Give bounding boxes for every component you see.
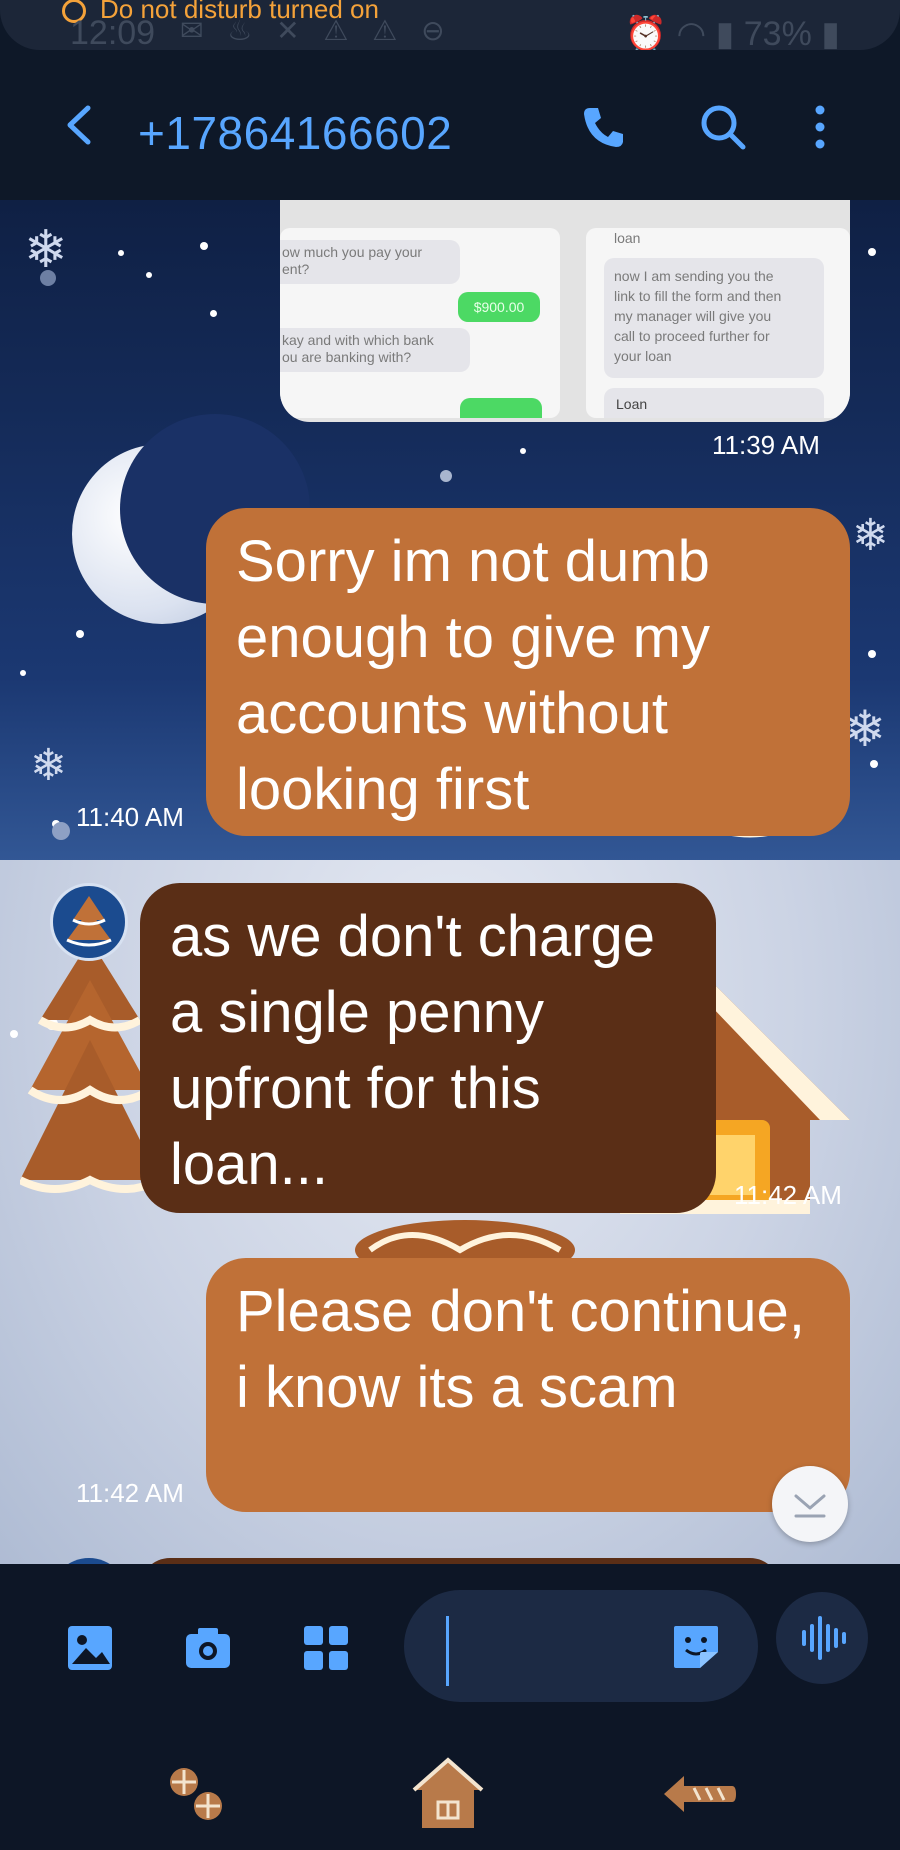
shot-text: ow much you pay your [282, 244, 423, 260]
wifi-icon: ◠ [676, 15, 707, 53]
status-time: 12:09 [70, 14, 156, 52]
text-caret [446, 1616, 449, 1686]
message-time: 11:42 AM [76, 1478, 184, 1508]
message-time: 11:42 AM [734, 1180, 842, 1210]
voice-button[interactable] [776, 1592, 868, 1684]
chevron-down-icon [794, 1494, 826, 1518]
scroll-to-bottom-button[interactable] [772, 1466, 848, 1542]
star-dot [520, 448, 526, 454]
shot-text: loan [614, 230, 641, 246]
star-dot [868, 248, 876, 256]
status-bar: Do not disturb turned on 12:09 ✉ ♨ ✕ ⚠ ⚠… [0, 0, 900, 53]
image-screenshot-left: ow much you pay your ent? $900.00 kay an… [280, 228, 560, 418]
gingerbread-tree-decor [20, 940, 160, 1193]
more-vertical-icon[interactable] [808, 102, 832, 152]
message-time: 11:40 AM [76, 802, 184, 832]
signal-icon: ▮ [715, 15, 735, 53]
star-dot [210, 310, 217, 317]
star-dot [868, 650, 876, 658]
star-dot [20, 670, 26, 676]
home-gingerbread-house-icon[interactable] [408, 1756, 488, 1832]
shot-green-bubble [460, 398, 542, 418]
shot-text: my manager will give you [614, 308, 772, 324]
phone-icon[interactable] [578, 102, 628, 152]
composer-bar [0, 1564, 900, 1734]
snowflake-icon: ❄ [30, 741, 67, 790]
shot-text: your loan [614, 348, 672, 364]
snowflake-icon: ❄ [852, 511, 889, 560]
star-dot [200, 242, 208, 250]
star-dot [870, 760, 878, 768]
shot-text: ou are banking with? [282, 349, 412, 365]
star-dot [118, 250, 124, 256]
gallery-icon[interactable] [66, 1624, 114, 1672]
voice-wave-icon [802, 1616, 846, 1660]
outgoing-message[interactable]: Sorry im not dumb enough to give my acco… [206, 508, 850, 836]
chat-area[interactable]: ❄ ❄ ❄ ❄ ow much you pay your ent? $900.0… [0, 200, 900, 1564]
shot-amount: $900.00 [458, 292, 540, 322]
incoming-message[interactable]: as we don't charge a single penny upfron… [140, 883, 716, 1213]
battery-icon: ▮ [821, 15, 840, 53]
snowflake-icon: ❄ [844, 701, 886, 757]
system-nav-bar [0, 1734, 900, 1850]
battery-level: 73% [743, 15, 812, 53]
shot-text: Loan [616, 396, 648, 412]
sticker-icon[interactable] [670, 1622, 722, 1672]
star-dot [10, 1030, 18, 1038]
gingerbread-tree-avatar-icon [66, 896, 112, 947]
camera-icon[interactable] [184, 1624, 232, 1672]
image-screenshot-right: loan now I am sending you the link to fi… [586, 228, 850, 418]
back-arrow-icon[interactable] [660, 1756, 740, 1832]
star-dot [440, 470, 452, 482]
star-dot [76, 630, 84, 638]
apps-grid-icon[interactable] [302, 1624, 350, 1672]
contact-title[interactable]: +17864166602 [138, 106, 452, 160]
star-dot [40, 270, 56, 286]
star-dot [146, 272, 152, 278]
message-time: 11:39 AM [712, 430, 820, 460]
back-arrow-icon[interactable] [58, 102, 104, 148]
conversation-header: +17864166602 [0, 50, 900, 200]
recents-snowflake-icon[interactable] [156, 1756, 236, 1832]
star-dot [52, 822, 70, 840]
image-message[interactable]: ow much you pay your ent? $900.00 kay an… [280, 200, 850, 422]
shot-text: link to fill the form and then [614, 288, 782, 304]
status-notification-icons: ✉ ♨ ✕ ⚠ ⚠ ⊖ [180, 15, 453, 46]
shot-text: call to proceed further for [614, 328, 770, 344]
alarm-icon: ⏰ [624, 15, 668, 53]
shot-text: kay and with which bank [282, 332, 434, 348]
contact-avatar[interactable] [50, 883, 128, 961]
status-right: ⏰ ◠ ▮ 73% ▮ [625, 14, 840, 54]
shot-text: now I am sending you the [614, 268, 774, 284]
outgoing-message[interactable]: Please don't continue, i know its a scam [206, 1258, 850, 1512]
search-icon[interactable] [698, 102, 748, 152]
shot-text: ent? [282, 261, 310, 277]
